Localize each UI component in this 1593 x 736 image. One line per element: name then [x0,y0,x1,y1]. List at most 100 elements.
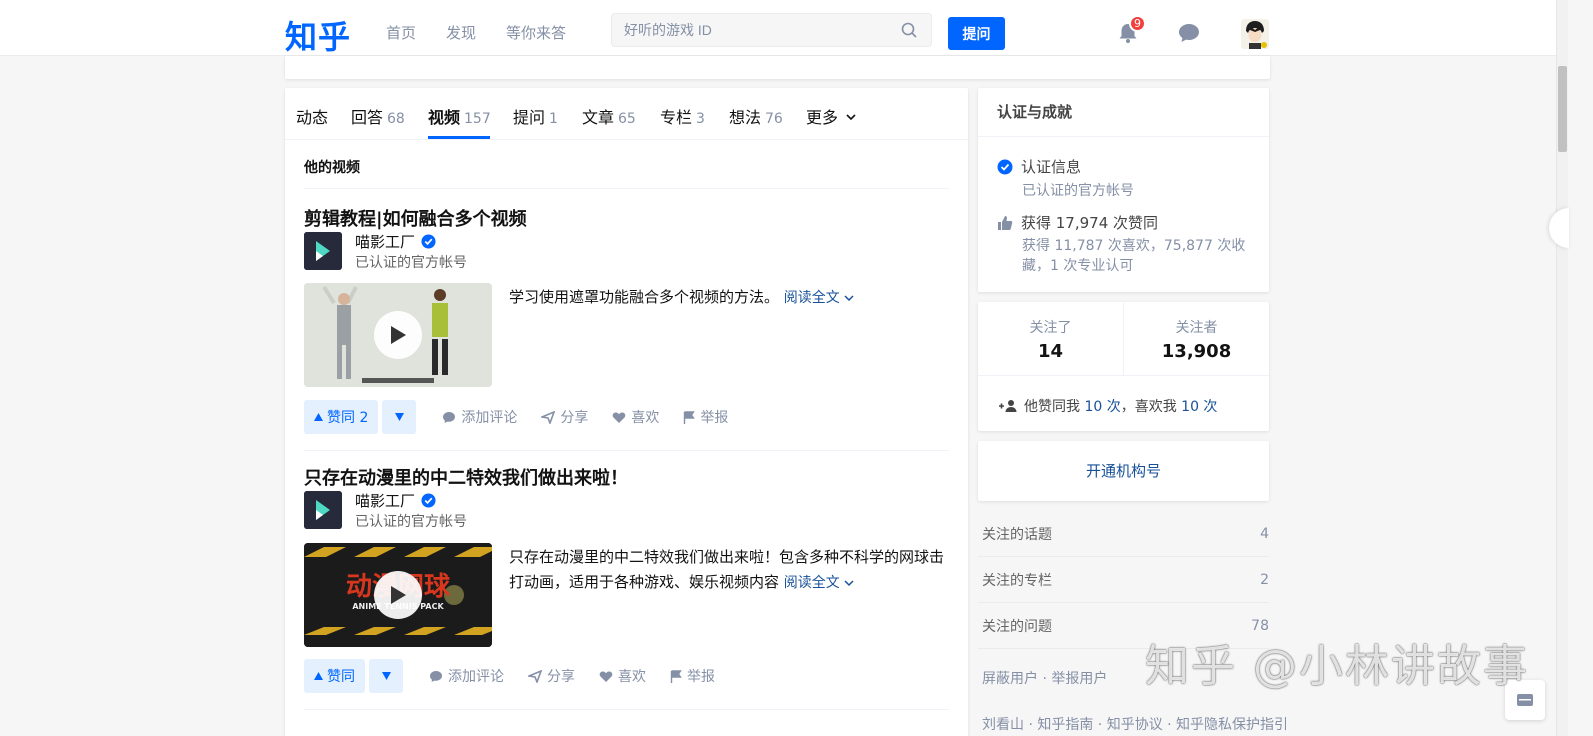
divider [304,450,949,451]
video-thumbnail[interactable]: 动漫网球ANIME TENNIS PACK [304,543,492,647]
achievements-title: 认证与成就 [978,88,1269,137]
comment-button[interactable]: 添加评论 [442,407,517,427]
video-excerpt: 学习使用遮罩功能融合多个视频的方法。 阅读全文 [509,285,949,311]
profile-header-strip [285,56,1270,79]
active-tab-indicator [428,136,490,139]
tab-answers[interactable]: 回答 68 [351,104,405,128]
author-description: 已认证的官方帐号 [355,255,467,271]
share-icon [528,669,542,683]
heart-icon [599,670,613,682]
divider [304,709,949,710]
downvote-button[interactable] [382,400,417,434]
main-nav: 首页 发现 等你来答 [386,22,566,43]
tab-columns[interactable]: 专栏 3 [660,104,705,128]
share-button[interactable]: 分享 [541,407,588,427]
video-thumbnail[interactable] [304,283,492,387]
author-name[interactable]: 喵影工厂 [355,490,436,511]
user-plus-icon [999,400,1017,412]
share-icon [541,410,556,424]
thumbs-up-icon [998,215,1013,230]
search-input[interactable] [612,14,892,46]
nav-waiting-answers[interactable]: 等你来答 [506,22,566,43]
follow-stats-card: 关注了 14 关注者 13,908 他赞同我 10 次，喜欢我 10 次 [978,302,1269,431]
share-button[interactable]: 分享 [528,666,575,686]
tab-videos[interactable]: 视频 157 [428,104,491,128]
followers-stat[interactable]: 关注者 13,908 [1124,302,1269,375]
action-bar: 赞同 2 添加评论 分享 喜欢 举报 [304,400,728,434]
triangle-down-icon [394,413,404,421]
search-icon[interactable] [901,22,917,38]
tab-more[interactable]: 更多 [806,104,856,128]
back-to-top-button[interactable] [1505,680,1545,720]
user-avatar[interactable] [1241,19,1269,49]
upvote-button[interactable]: 赞同 2 [304,400,379,434]
likes-received: 获得 17,974 次赞同 [997,212,1158,233]
followed-topics-link[interactable]: 关注的话题 4 [978,511,1269,557]
achievements-card: 认证与成就 认证信息 已认证的官方帐号 获得 17,974 次赞同 获得 11,… [978,88,1269,292]
followed-questions-link[interactable]: 关注的问题 78 [978,603,1269,649]
report-button[interactable]: 举报 [670,666,715,686]
play-button[interactable] [374,311,422,359]
profile-main-card: 动态 回答 68 视频 157 提问 1 文章 65 专栏 3 想法 76 更多 他的视频 … [285,88,968,736]
author-avatar[interactable] [304,232,342,270]
author-description: 已认证的官方帐号 [355,514,467,530]
verified-badge-icon [421,493,436,508]
report-button[interactable]: 举报 [683,407,728,427]
block-report-links[interactable]: 屏蔽用户 · 举报用户 [982,668,1107,688]
ask-question-button[interactable]: 提问 [948,17,1005,50]
tab-questions[interactable]: 提问 1 [513,104,558,128]
read-more-link[interactable]: 阅读全文 [784,290,854,306]
tab-thoughts[interactable]: 想法 76 [729,104,783,128]
divider [978,375,1269,376]
scrollbar-thumb[interactable] [1558,66,1567,152]
top-navbar: 知乎 首页 发现 等你来答 提问 9 [0,0,1560,56]
tab-articles[interactable]: 文章 65 [582,104,636,128]
following-stat[interactable]: 关注了 14 [978,302,1123,375]
triangle-down-icon [381,672,391,680]
like-button[interactable]: 喜欢 [612,407,659,427]
side-float-tab[interactable] [1549,208,1569,248]
open-org-account-button[interactable]: 开通机构号 [978,441,1269,501]
followed-columns-link[interactable]: 关注的专栏 2 [978,557,1269,603]
read-more-link[interactable]: 阅读全文 [784,575,854,591]
like-button[interactable]: 喜欢 [599,666,646,686]
following-count: 14 [1037,341,1064,362]
open-org-card: 开通机构号 [978,441,1269,501]
chevron-down-icon [846,114,856,121]
upvote-button[interactable]: 赞同 [304,659,365,693]
video-title[interactable]: 只存在动漫里的中二特效我们做出来啦！ [304,464,628,490]
chevron-down-icon [844,295,854,302]
tab-activity[interactable]: 动态 [296,104,328,128]
notification-badge: 9 [1129,15,1146,32]
chevron-down-icon [844,580,854,587]
verified-badge-icon [421,234,436,249]
play-button[interactable] [374,571,422,619]
comment-icon [443,411,456,423]
flag-icon [684,410,696,424]
heart-icon [613,411,626,423]
action-bar: 赞同 添加评论 分享 喜欢 举报 [304,659,715,693]
nav-discover[interactable]: 发现 [446,22,476,43]
messages-icon[interactable] [1178,23,1200,43]
footer-links[interactable]: 刘看山 · 知乎指南 · 知乎协议 · 知乎隐私保护指引 [982,714,1288,734]
divider [304,188,949,189]
nav-home[interactable]: 首页 [386,22,416,43]
author-avatar[interactable] [304,491,342,529]
flag-icon [670,669,682,683]
downvote-button[interactable] [369,659,403,693]
triangle-up-icon [314,672,323,680]
followers-count: 13,908 [1161,341,1232,362]
likes-subtext: 获得 11,787 次喜欢，75,877 次收藏，1 次专业认可 [1022,238,1246,274]
comment-button[interactable]: 添加评论 [429,666,504,686]
zhihu-logo[interactable]: 知乎 [285,12,351,58]
followers-label: 关注者 [1175,320,1218,336]
author-name[interactable]: 喵影工厂 [355,231,436,252]
comment-icon [430,670,442,682]
triangle-up-icon [314,413,323,421]
video-excerpt: 只存在动漫里的中二特效我们做出来啦！包含多种不科学的网球击打动画，适用于各种游戏… [509,548,945,591]
verified-subtext: 已认证的官方帐号 [1022,183,1134,199]
profile-tabs: 动态 回答 68 视频 157 提问 1 文章 65 专栏 3 想法 76 更多 [285,88,968,140]
video-title[interactable]: 剪辑教程|如何融合多个视频 [304,205,527,231]
search-box [611,13,932,47]
verified-info: 认证信息 [997,156,1081,177]
